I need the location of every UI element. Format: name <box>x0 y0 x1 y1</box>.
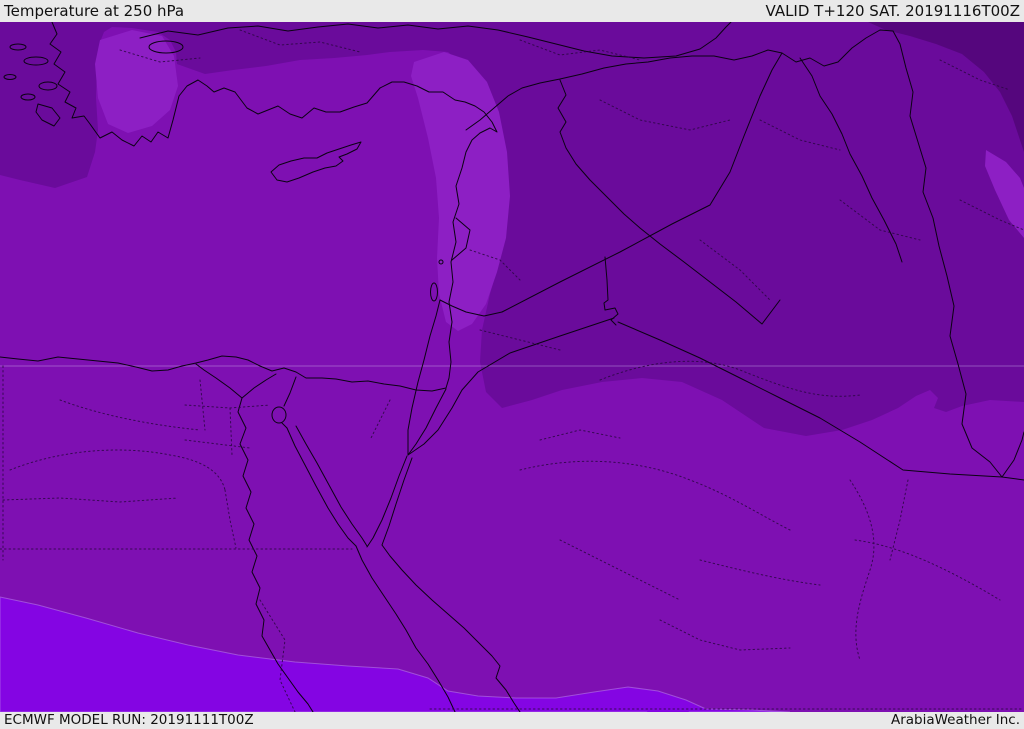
brand-label: ArabiaWeather Inc. <box>890 711 1020 728</box>
footer-bar: ECMWF MODEL RUN: 20191111T00Z ArabiaWeat… <box>0 712 1024 729</box>
page-title: Temperature at 250 hPa <box>4 1 185 20</box>
header-bar: Temperature at 250 hPa VALID T+120 SAT. … <box>0 0 1024 22</box>
map-canvas <box>0 22 1024 712</box>
model-run-label: ECMWF MODEL RUN: 20191111T00Z <box>4 711 254 728</box>
weather-map-window: Temperature at 250 hPa VALID T+120 SAT. … <box>0 0 1024 729</box>
valid-time-label: VALID T+120 SAT. 20191116T00Z <box>765 1 1020 20</box>
